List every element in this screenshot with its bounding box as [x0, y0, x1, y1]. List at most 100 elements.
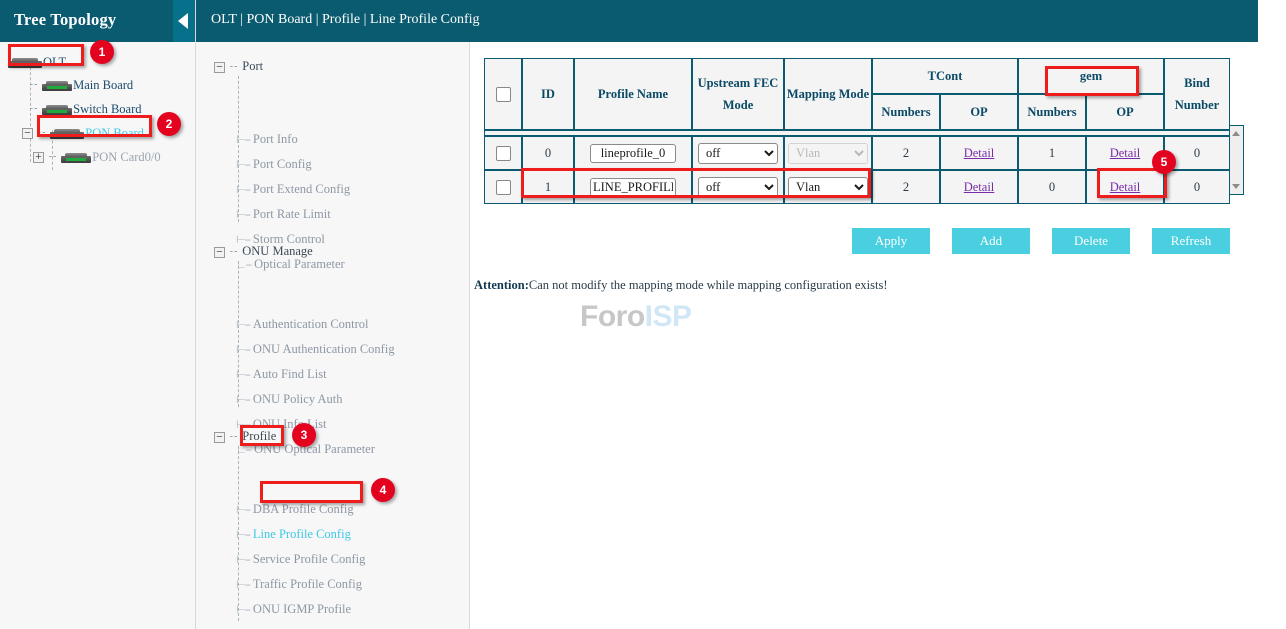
menu-item-port-rate-limit[interactable]: ⊢--Port Rate Limit [236, 207, 331, 221]
tcont-detail-link[interactable]: Detail [964, 180, 995, 194]
row-gem-op-cell: Detail [1086, 170, 1164, 204]
row-checkbox[interactable] [496, 180, 511, 195]
mapping-mode-select[interactable]: Vlan [788, 143, 868, 164]
select-all-header [484, 58, 522, 130]
scroll-up-arrow-icon[interactable] [1232, 131, 1240, 136]
menu-group-profile[interactable]: − Profile [214, 429, 276, 443]
attention-label: Attention: [474, 278, 529, 292]
menu-item-label: Line Profile Config [253, 527, 351, 541]
tree-item-label: Switch Board [73, 102, 141, 117]
select-all-checkbox[interactable] [496, 87, 511, 102]
row-mapping-cell: Vlan [784, 170, 872, 204]
menu-item-label: ONU IGMP Profile [253, 602, 351, 616]
expander-minus-icon[interactable]: − [214, 247, 225, 258]
menu-leaf-dash: ⊢-- [236, 503, 250, 517]
menu-item-port-config[interactable]: ⊢--Port Config [236, 157, 312, 171]
header-upstream-fec-line2: Mode [693, 94, 783, 116]
menu-item-service-profile-config[interactable]: ⊢--Service Profile Config [236, 552, 365, 566]
menu-group-port[interactable]: − Port [214, 59, 263, 73]
upstream-fec-mode-select[interactable]: off [698, 143, 778, 164]
gem-detail-link[interactable]: Detail [1110, 180, 1141, 194]
expander-plus-icon[interactable]: + [33, 152, 44, 163]
left-triangle-icon [178, 13, 188, 29]
header-upstream-fec-line1: Upstream FEC [693, 72, 783, 94]
row-profile-name-cell [574, 136, 692, 170]
menu-item-onu-optical-parameter[interactable]: ∟--ONU Optical Parameter [236, 442, 375, 456]
menu-item-label: ONU Authentication Config [253, 342, 395, 356]
header-upstream-fec-mode: Upstream FEC Mode [692, 58, 784, 130]
menu-branch-dash [230, 66, 237, 68]
tree-item-main-board[interactable]: Main Board [30, 77, 133, 92]
gem-detail-link[interactable]: Detail [1110, 146, 1141, 160]
expander-minus-icon[interactable]: − [214, 432, 225, 443]
menu-group-label: ONU Manage [242, 244, 312, 258]
menu-item-optical-parameter[interactable]: ∟--Optical Parameter [236, 257, 345, 271]
menu-item-label: ONU Policy Auth [253, 392, 343, 406]
menu-item-line-profile-config[interactable]: ⊢--Line Profile Config [236, 527, 351, 541]
header-bind-line2: Number [1165, 94, 1229, 116]
tree-item-pon-board[interactable]: − PON Board [22, 125, 144, 140]
scroll-down-arrow-icon[interactable] [1232, 184, 1240, 189]
menu-item-dba-profile-config[interactable]: ⊢--DBA Profile Config [236, 502, 354, 516]
menu-leaf-dash: ⊢-- [236, 393, 250, 407]
row-tcont-op-cell: Detail [940, 170, 1018, 204]
menu-item-auto-find-list[interactable]: ⊢--Auto Find List [236, 367, 327, 381]
tree-topology-panel: Tree Topology OLT Main Board [0, 0, 196, 629]
olt-device-icon [8, 57, 42, 68]
row-tcont-op-cell: Detail [940, 136, 1018, 170]
menu-item-onu-authentication-config[interactable]: ⊢--ONU Authentication Config [236, 342, 395, 356]
tree-item-label: PON Board [85, 126, 144, 141]
menu-group-label: Port [242, 59, 263, 73]
menu-item-onu-policy-auth[interactable]: ⊢--ONU Policy Auth [236, 392, 343, 406]
header-group-tcont: TCont [872, 58, 1018, 94]
board-device-icon [50, 128, 84, 139]
menu-leaf-dash: ⊢-- [236, 368, 250, 382]
row-select-cell [484, 136, 522, 170]
header-group-bind: Bind Number [1164, 58, 1230, 130]
tcont-detail-link[interactable]: Detail [964, 146, 995, 160]
menu-leaf-dash: ⊢-- [236, 158, 250, 172]
menu-leaf-dash: ⊢-- [236, 208, 250, 222]
refresh-button[interactable]: Refresh [1152, 228, 1230, 254]
menu-item-port-info[interactable]: ⊢--Port Info [236, 132, 298, 146]
delete-button[interactable]: Delete [1052, 228, 1130, 254]
breadcrumb: OLT | PON Board | Profile | Line Profile… [211, 12, 480, 28]
header-mapping-mode: Mapping Mode [784, 58, 872, 130]
table-vertical-scrollbar[interactable] [1230, 125, 1244, 195]
card-device-icon [61, 152, 91, 163]
tree-topology-body: OLT Main Board Switch Board − [0, 42, 195, 46]
mapping-mode-select[interactable]: Vlan [788, 177, 868, 198]
menu-branch-dash [230, 436, 237, 438]
menu-group-onu-manage[interactable]: − ONU Manage [214, 244, 313, 258]
tree-item-olt[interactable]: OLT [8, 54, 66, 69]
menu-item-label: Traffic Profile Config [253, 577, 362, 591]
menu-item-onu-igmp-profile[interactable]: ⊢--ONU IGMP Profile [236, 602, 351, 616]
add-button[interactable]: Add [952, 228, 1030, 254]
row-checkbox[interactable] [496, 146, 511, 161]
header-gem-numbers: Numbers [1018, 94, 1086, 130]
apply-button[interactable]: Apply [852, 228, 930, 254]
tree-topology-header: Tree Topology [0, 0, 195, 42]
collapse-panel-button[interactable] [173, 0, 195, 42]
menu-leaf-dash: ⊢-- [236, 133, 250, 147]
header-gem-op: OP [1086, 94, 1164, 130]
tree-item-switch-board[interactable]: Switch Board [30, 101, 142, 116]
expander-minus-icon[interactable]: − [22, 128, 33, 139]
profile-name-input[interactable] [590, 178, 676, 197]
tree-branch-dash [30, 84, 37, 86]
menu-item-label: Optical Parameter [254, 257, 345, 271]
tree-item-label: PON Card0/0 [92, 150, 160, 165]
tree-item-pon-card[interactable]: + PON Card0/0 [33, 149, 161, 164]
watermark-part2: ISP [645, 300, 692, 333]
row-gem-numbers: 0 [1018, 170, 1086, 204]
profile-name-input[interactable] [590, 144, 676, 163]
menu-item-port-extend-config[interactable]: ⊢--Port Extend Config [236, 182, 350, 196]
tree-item-label: Main Board [73, 78, 133, 93]
upstream-fec-mode-select[interactable]: off [698, 177, 778, 198]
expander-minus-icon[interactable]: − [214, 62, 225, 73]
breadcrumb-bar: OLT | PON Board | Profile | Line Profile… [196, 0, 1258, 42]
menu-item-traffic-profile-config[interactable]: ⊢--Traffic Profile Config [236, 577, 362, 591]
row-bind-number: 0 [1164, 170, 1230, 204]
menu-item-authentication-control[interactable]: ⊢--Authentication Control [236, 317, 369, 331]
board-device-icon [42, 104, 72, 115]
